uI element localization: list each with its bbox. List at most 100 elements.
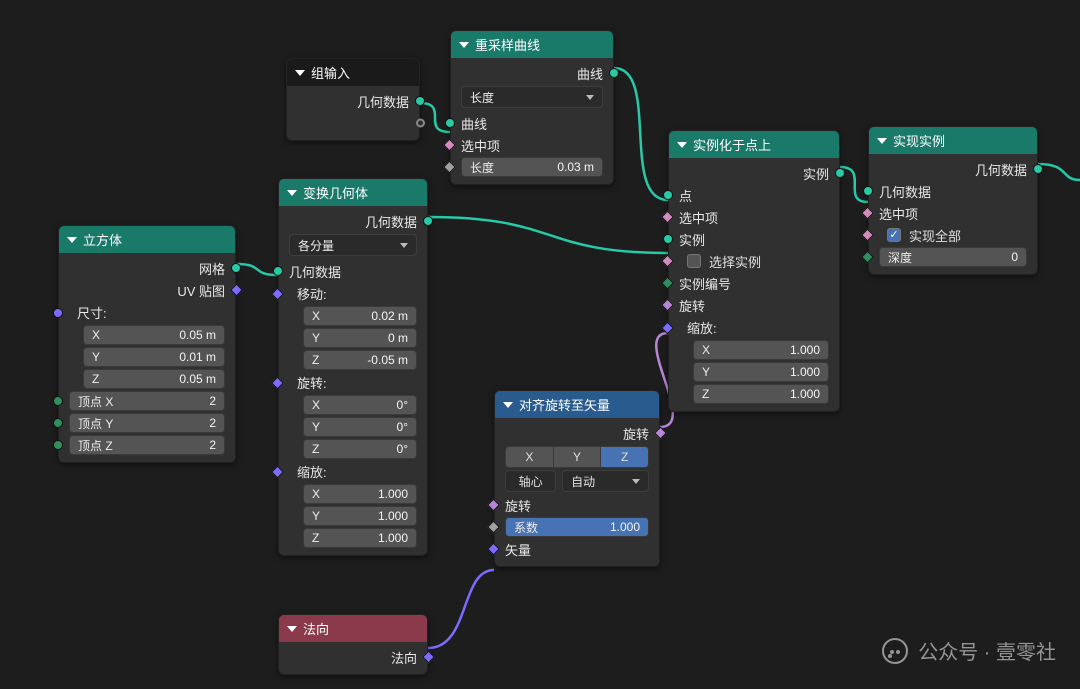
checkbox-icon[interactable] <box>887 228 901 242</box>
mode-dropdown[interactable]: 各分量 <box>289 234 417 256</box>
pivot-dropdown[interactable]: 自动 <box>562 470 649 492</box>
input-rotation[interactable]: 旋转 <box>495 494 659 516</box>
length-field[interactable]: 长度0.03 m <box>461 157 603 177</box>
translate-z[interactable]: Z-0.05 m <box>303 350 417 370</box>
input-selection[interactable]: 选中项 <box>869 202 1037 224</box>
node-normal[interactable]: 法向 法向 <box>278 614 428 675</box>
input-selection[interactable]: 选中项 <box>451 134 613 156</box>
node-align-rotation[interactable]: 对齐旋转至矢量 旋转 X Y Z 轴心 自动 旋转 系数1.000 矢量 <box>494 390 660 567</box>
scale-y[interactable]: Y1.000 <box>303 506 417 526</box>
axis-y-button[interactable]: Y <box>554 447 602 467</box>
axis-z-button[interactable]: Z <box>601 447 648 467</box>
rotate-z[interactable]: Z0° <box>303 439 417 459</box>
socket-normal-out[interactable] <box>422 651 435 664</box>
socket-geometry-in[interactable] <box>863 186 873 196</box>
socket-rotate[interactable] <box>271 376 284 389</box>
input-curve[interactable]: 曲线 <box>451 112 613 134</box>
socket-rotation-in[interactable] <box>661 299 674 312</box>
scale-y[interactable]: Y1.000 <box>693 362 829 382</box>
node-instance-on-points[interactable]: 实例化于点上 实例 点 选中项 实例 选择实例 实例编号 旋转 <box>668 130 840 412</box>
output-mesh[interactable]: 网格 <box>59 257 235 279</box>
node-cube[interactable]: 立方体 网格 UV 贴图 尺寸: X0.05 m Y0.01 m Z0.05 m… <box>58 225 236 463</box>
socket-geometry-in[interactable] <box>273 266 283 276</box>
input-rotation[interactable]: 旋转 <box>669 294 839 316</box>
socket-vector-in[interactable] <box>487 543 500 556</box>
socket-extend[interactable] <box>416 119 425 128</box>
socket-verts-y[interactable] <box>53 418 63 428</box>
output-extend[interactable] <box>287 112 419 134</box>
socket-curve-in[interactable] <box>445 118 455 128</box>
depth-field[interactable]: 深度0 <box>879 247 1027 267</box>
input-vector[interactable]: 矢量 <box>495 538 659 560</box>
socket-factor-in[interactable] <box>487 521 500 534</box>
input-points[interactable]: 点 <box>669 184 839 206</box>
input-instance-index[interactable]: 实例编号 <box>669 272 839 294</box>
factor-field[interactable]: 系数1.000 <box>505 517 649 537</box>
node-header[interactable]: 变换几何体 <box>279 179 427 206</box>
socket-geometry-out[interactable] <box>423 216 433 226</box>
input-instance[interactable]: 实例 <box>669 228 839 250</box>
checkbox-icon[interactable] <box>687 254 701 268</box>
socket-depth-in[interactable] <box>861 251 874 264</box>
pick-instance-checkbox[interactable]: 选择实例 <box>669 250 839 272</box>
realize-all-checkbox[interactable]: 实现全部 <box>869 224 1037 246</box>
socket-selection-in[interactable] <box>661 211 674 224</box>
axis-x-button[interactable]: X <box>506 447 554 467</box>
output-curve[interactable]: 曲线 <box>451 62 613 84</box>
socket-curve-out[interactable] <box>609 68 619 78</box>
size-z-field[interactable]: Z0.05 m <box>83 369 225 389</box>
node-realize-instances[interactable]: 实现实例 几何数据 几何数据 选中项 实现全部 深度0 <box>868 126 1038 275</box>
socket-scale-in[interactable] <box>661 321 674 334</box>
node-header[interactable]: 法向 <box>279 615 427 642</box>
output-normal[interactable]: 法向 <box>279 646 427 668</box>
node-transform-geometry[interactable]: 变换几何体 几何数据 各分量 几何数据 移动: X0.02 m Y0 m Z-0… <box>278 178 428 556</box>
socket-index-in[interactable] <box>661 277 674 290</box>
socket-size-in[interactable] <box>53 308 63 318</box>
socket-points-in[interactable] <box>663 190 673 200</box>
scale-z[interactable]: Z1.000 <box>693 384 829 404</box>
output-rotation[interactable]: 旋转 <box>495 422 659 444</box>
socket-pick-instance[interactable] <box>661 255 674 268</box>
socket-instance-in[interactable] <box>663 234 673 244</box>
scale-x[interactable]: X1.000 <box>693 340 829 360</box>
scale-z[interactable]: Z1.000 <box>303 528 417 548</box>
rotate-x[interactable]: X0° <box>303 395 417 415</box>
input-selection[interactable]: 选中项 <box>669 206 839 228</box>
socket-uvmap-out[interactable] <box>230 284 243 297</box>
socket-rotation-in[interactable] <box>487 499 500 512</box>
socket-length-in[interactable] <box>443 161 456 174</box>
node-header[interactable]: 对齐旋转至矢量 <box>495 391 659 418</box>
scale-x[interactable]: X1.000 <box>303 484 417 504</box>
translate-y[interactable]: Y0 m <box>303 328 417 348</box>
output-geometry[interactable]: 几何数据 <box>869 158 1037 180</box>
translate-x[interactable]: X0.02 m <box>303 306 417 326</box>
rotate-y[interactable]: Y0° <box>303 417 417 437</box>
socket-selection-in[interactable] <box>861 207 874 220</box>
socket-verts-z[interactable] <box>53 440 63 450</box>
node-header[interactable]: 实现实例 <box>869 127 1037 154</box>
input-geometry[interactable]: 几何数据 <box>869 180 1037 202</box>
socket-instances-out[interactable] <box>835 168 845 178</box>
verts-y-field[interactable]: 顶点 Y2 <box>69 413 225 433</box>
axis-selector[interactable]: X Y Z <box>505 446 649 468</box>
output-geometry[interactable]: 几何数据 <box>279 210 427 232</box>
output-instances[interactable]: 实例 <box>669 162 839 184</box>
socket-translate[interactable] <box>271 287 284 300</box>
node-header[interactable]: 立方体 <box>59 226 235 253</box>
mode-dropdown[interactable]: 长度 <box>461 86 603 108</box>
verts-z-field[interactable]: 顶点 Z2 <box>69 435 225 455</box>
node-group-input[interactable]: 组输入 几何数据 <box>286 58 420 141</box>
input-geometry[interactable]: 几何数据 <box>279 260 427 282</box>
size-x-field[interactable]: X0.05 m <box>83 325 225 345</box>
socket-rotation-out[interactable] <box>654 427 667 440</box>
output-uvmap[interactable]: UV 贴图 <box>59 279 235 301</box>
socket-verts-x[interactable] <box>53 396 63 406</box>
socket-realize-all[interactable] <box>861 229 874 242</box>
socket-scale[interactable] <box>271 465 284 478</box>
size-y-field[interactable]: Y0.01 m <box>83 347 225 367</box>
socket-selection-in[interactable] <box>443 139 456 152</box>
socket-geometry-out[interactable] <box>1033 164 1043 174</box>
node-header[interactable]: 组输入 <box>287 59 419 86</box>
node-header[interactable]: 重采样曲线 <box>451 31 613 58</box>
output-geometry[interactable]: 几何数据 <box>287 90 419 112</box>
